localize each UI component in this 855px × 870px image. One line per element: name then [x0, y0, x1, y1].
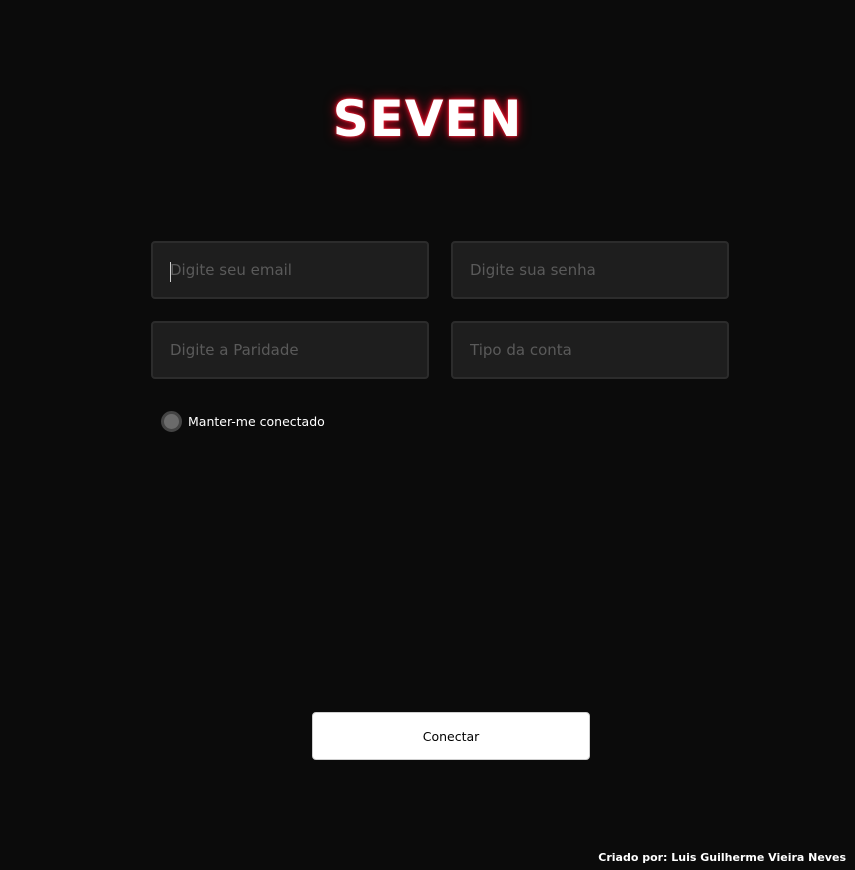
remember-me-toggle[interactable]: Manter-me conectado — [161, 411, 325, 432]
remember-me-radio[interactable] — [161, 411, 182, 432]
account-type-input[interactable] — [451, 321, 729, 379]
email-input[interactable] — [151, 241, 429, 299]
connect-button[interactable]: Conectar — [312, 712, 590, 760]
seven-logo: SEVEN — [332, 90, 523, 148]
password-input[interactable] — [451, 241, 729, 299]
parity-input[interactable] — [151, 321, 429, 379]
author-credit: Criado por: Luis Guilherme Vieira Neves — [598, 851, 846, 864]
text-caret — [170, 262, 171, 282]
remember-me-label: Manter-me conectado — [188, 414, 325, 429]
